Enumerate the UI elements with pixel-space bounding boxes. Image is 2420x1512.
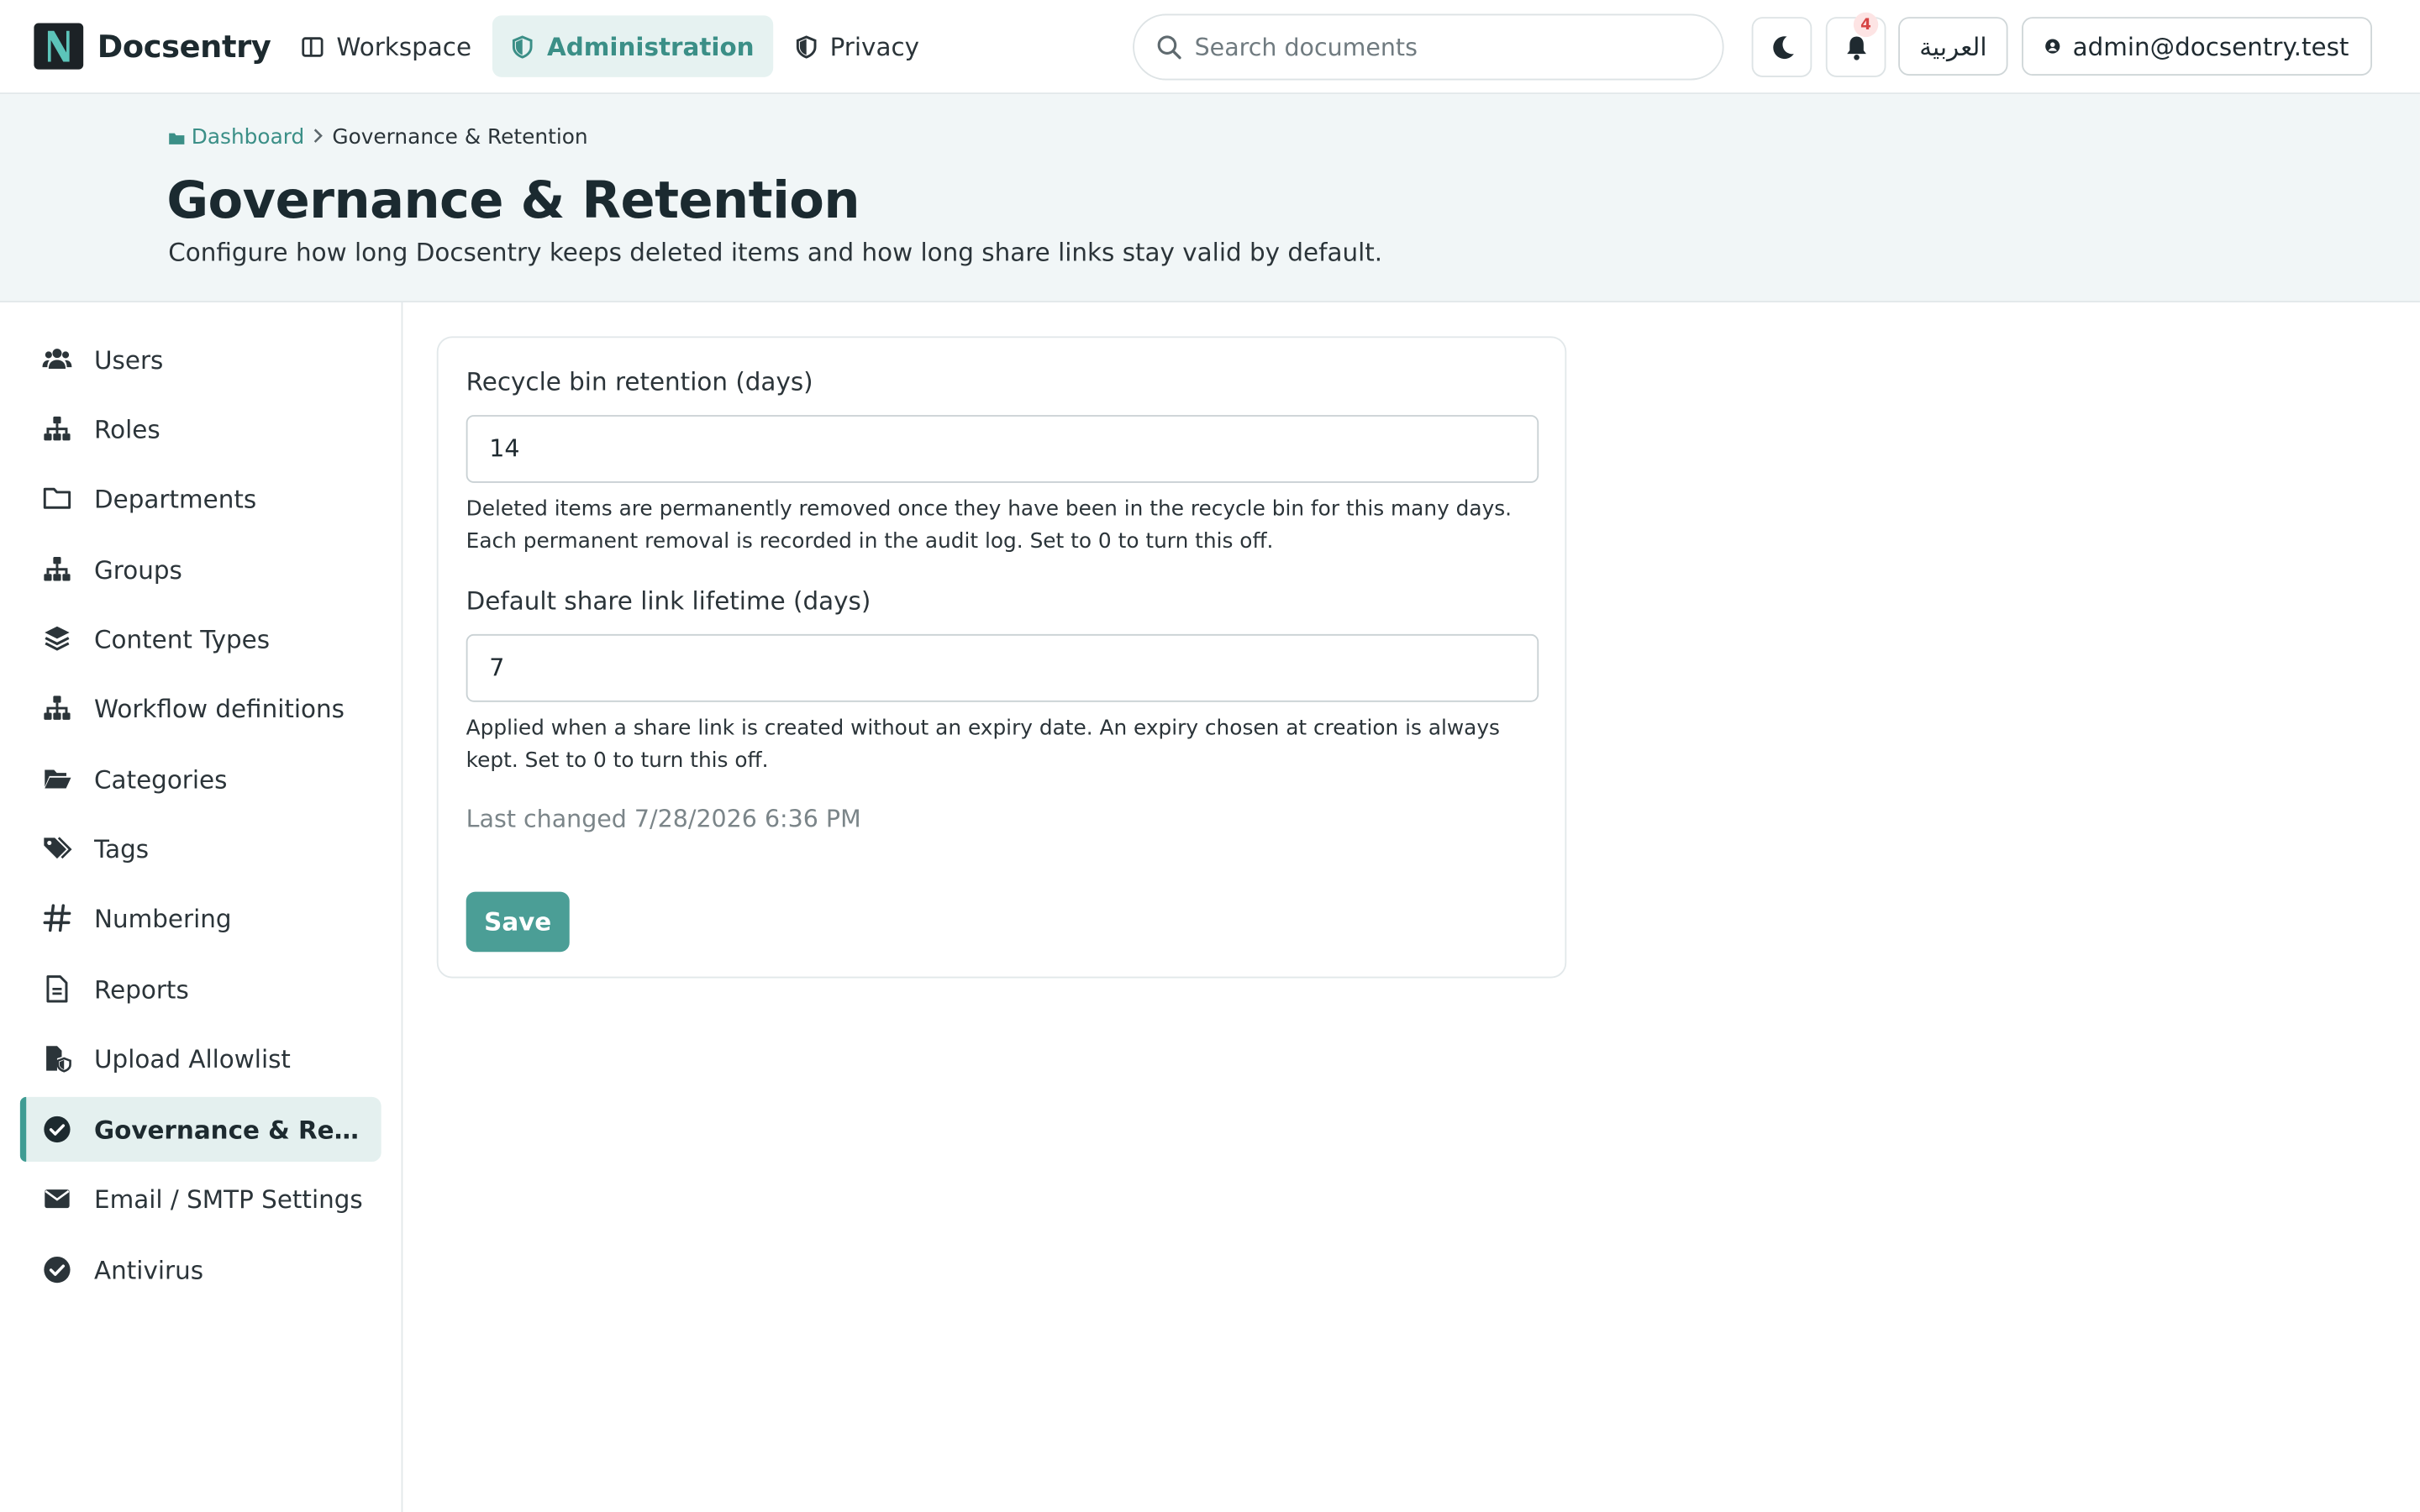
sidebar-item-upload-allowlist[interactable]: Upload Allowlist: [20, 1026, 381, 1090]
save-button[interactable]: Save: [466, 891, 570, 953]
top-bar: Docsentry Workspace Administration Priva…: [0, 0, 2420, 95]
last-changed-text: Last changed 7/28/2026 6:36 PM: [466, 805, 861, 833]
hierarchy-icon: [44, 696, 71, 720]
shield-icon: [513, 34, 534, 58]
share-lifetime-label: Default share link lifetime (days): [466, 585, 871, 616]
sidebar-item-tags[interactable]: Tags: [20, 816, 381, 881]
sidebar-item-label: Roles: [94, 414, 160, 444]
sidebar-item-workflow-definitions[interactable]: Workflow definitions: [20, 675, 381, 740]
tags-icon: [44, 837, 72, 859]
chevron-right-icon: [312, 127, 324, 149]
nav-privacy[interactable]: Privacy: [776, 15, 938, 76]
check-circle-icon: [44, 1116, 71, 1143]
breadcrumb-current: Governance & Retention: [332, 124, 588, 150]
main-nav: Workspace Administration Privacy: [282, 15, 938, 77]
search-input[interactable]: [1194, 33, 1689, 61]
breadcrumb-root-label: Dashboard: [191, 124, 305, 150]
nav-administration-label: Administration: [547, 31, 755, 61]
nav-privacy-label: Privacy: [829, 31, 920, 61]
sidebar-item-label: Tags: [94, 833, 150, 864]
layers-icon: [45, 626, 70, 651]
sidebar-item-label: Antivirus: [94, 1255, 204, 1285]
sidebar-item-governance-retention[interactable]: Governance & Retention: [19, 1096, 381, 1163]
account-menu-button[interactable]: admin@docsentry.test: [2022, 17, 2373, 76]
sidebar-item-roles[interactable]: Roles: [20, 396, 381, 461]
page-subtitle: Configure how long Docsentry keeps delet…: [168, 237, 1383, 267]
search-box[interactable]: [1133, 13, 1724, 81]
logo-icon: [34, 23, 84, 70]
user-circle-icon: [2045, 39, 2060, 54]
sidebar-item-antivirus[interactable]: Antivirus: [20, 1237, 381, 1302]
nav-workspace[interactable]: Workspace: [282, 15, 490, 76]
folder-icon: [43, 487, 71, 509]
shield-icon: [796, 34, 816, 58]
account-email: admin@docsentry.test: [2072, 31, 2349, 61]
sidebar-item-label: Categories: [94, 764, 228, 794]
breadcrumb: Dashboard Governance & Retention: [168, 124, 588, 150]
sidebar-item-label: Departments: [94, 483, 257, 513]
document-icon: [46, 975, 68, 1003]
sidebar-item-users[interactable]: Users: [20, 327, 381, 391]
brand-name: Docsentry: [97, 28, 271, 66]
brand[interactable]: Docsentry: [33, 22, 271, 71]
language-button[interactable]: العربية: [1898, 17, 2008, 76]
notifications-button[interactable]: 4: [1825, 12, 1886, 77]
breadcrumb-dashboard-link[interactable]: Dashboard: [168, 125, 304, 150]
sidebar-item-label: Email / SMTP Settings: [94, 1184, 363, 1214]
folder-open-icon: [45, 769, 71, 789]
page-title: Governance & Retention: [166, 170, 860, 230]
layout-icon: [302, 36, 324, 56]
language-label: العربية: [1919, 31, 1987, 61]
page-header: Dashboard Governance & Retention Governa…: [0, 94, 2420, 302]
sidebar-item-label: Upload Allowlist: [94, 1043, 291, 1074]
sidebar-item-departments[interactable]: Departments: [20, 466, 381, 531]
envelope-icon: [45, 1189, 70, 1209]
recycle-retention-label: Recycle bin retention (days): [466, 367, 813, 397]
sidebar-item-numbering[interactable]: Numbering: [20, 885, 381, 950]
sidebar-item-label: Content Types: [94, 623, 271, 654]
check-circle-icon: [44, 1256, 71, 1284]
users-icon: [42, 349, 72, 369]
bell-icon: [1846, 35, 1865, 60]
sidebar-item-email-smtp[interactable]: Email / SMTP Settings: [20, 1167, 381, 1231]
sidebar-item-reports[interactable]: Reports: [20, 957, 381, 1021]
theme-toggle-button[interactable]: [1751, 17, 1812, 77]
hierarchy-icon: [44, 416, 71, 441]
sidebar-item-groups[interactable]: Groups: [20, 537, 381, 601]
admin-sidebar: Users Roles Departments Groups Content T…: [0, 302, 403, 1512]
moon-icon: [1772, 35, 1793, 59]
file-shield-icon: [46, 1046, 71, 1073]
recycle-retention-input[interactable]: [466, 415, 1539, 483]
sidebar-item-label: Workflow definitions: [94, 693, 345, 723]
hash-icon: [43, 904, 71, 932]
sidebar-item-label: Users: [94, 344, 164, 375]
sidebar-item-content-types[interactable]: Content Types: [20, 606, 381, 671]
nav-administration[interactable]: Administration: [492, 15, 773, 77]
sidebar-item-label: Groups: [94, 554, 182, 585]
folder-icon: [169, 132, 185, 144]
hierarchy-icon: [44, 557, 71, 581]
sidebar-item-label: Numbering: [94, 903, 232, 933]
nav-workspace-label: Workspace: [336, 31, 472, 61]
notification-count-badge: 4: [1853, 12, 1879, 38]
sidebar-item-categories[interactable]: Categories: [20, 747, 381, 811]
share-lifetime-input[interactable]: [466, 633, 1539, 702]
retention-settings-card: Recycle bin retention (days) Deleted ite…: [436, 336, 1567, 979]
recycle-retention-help: Deleted items are permanently removed on…: [466, 496, 1512, 554]
share-lifetime-help: Applied when a share link is created wit…: [466, 716, 1500, 774]
sidebar-item-label: Governance & Retention: [94, 1115, 364, 1144]
sidebar-item-label: Reports: [94, 974, 189, 1004]
search-icon: [1157, 35, 1181, 60]
